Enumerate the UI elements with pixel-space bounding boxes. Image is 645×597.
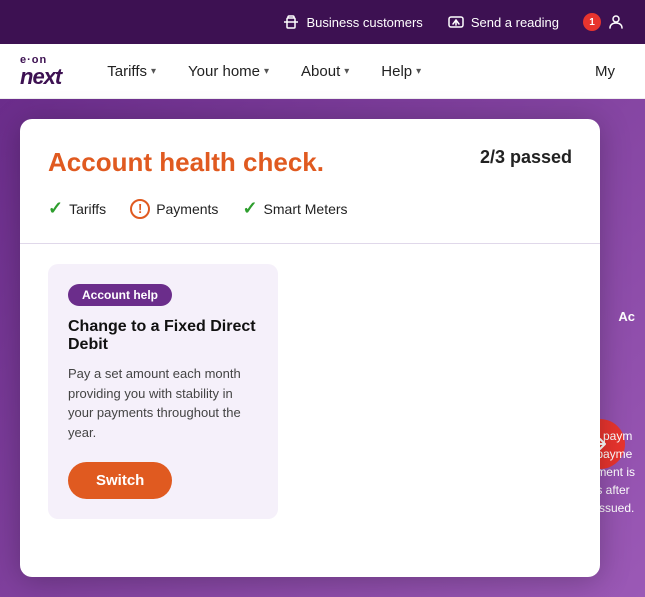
check-items: ✓ Tariffs ! Payments ✓ Smart Meters [48, 198, 572, 219]
smart-meters-check-label: Smart Meters [264, 201, 348, 217]
nav-your-home[interactable]: Your home ▾ [172, 44, 285, 99]
briefcase-icon [282, 13, 300, 31]
payments-check-label: Payments [156, 201, 218, 217]
nav-about[interactable]: About ▾ [285, 44, 365, 99]
health-card: Account help Change to a Fixed Direct De… [48, 264, 278, 519]
business-customers-label: Business customers [306, 15, 422, 30]
tariffs-check-icon: ✓ [48, 198, 63, 219]
help-chevron-icon: ▾ [416, 66, 421, 77]
top-bar: Business customers Send a reading 1 [0, 0, 645, 44]
card-tag: Account help [68, 284, 172, 306]
tariffs-chevron-icon: ▾ [151, 66, 156, 77]
notification-badge: 1 [583, 13, 601, 31]
nav-items: Tariffs ▾ Your home ▾ About ▾ Help ▾ [91, 44, 585, 99]
nav-bar: e·on next Tariffs ▾ Your home ▾ About ▾ … [0, 44, 645, 99]
tariffs-check-label: Tariffs [69, 201, 106, 217]
logo-next: next [20, 66, 61, 88]
modal-title: Account health check. [48, 147, 324, 178]
logo[interactable]: e·on next [20, 55, 61, 88]
your-home-label: Your home [188, 63, 260, 80]
tariffs-label: Tariffs [107, 63, 147, 80]
business-customers-link[interactable]: Business customers [282, 13, 422, 31]
check-payments: ! Payments [130, 198, 218, 219]
person-icon [607, 13, 625, 31]
modal-header: Account health check. 2/3 passed [48, 147, 572, 178]
card-title: Change to a Fixed Direct Debit [68, 318, 258, 354]
modal-passed: 2/3 passed [480, 147, 572, 168]
payments-warning-icon: ! [130, 199, 150, 219]
meter-icon [447, 13, 465, 31]
help-label: Help [381, 63, 412, 80]
check-smart-meters: ✓ Smart Meters [242, 198, 347, 219]
nav-tariffs[interactable]: Tariffs ▾ [91, 44, 172, 99]
card-description: Pay a set amount each month providing yo… [68, 364, 258, 442]
nav-help[interactable]: Help ▾ [365, 44, 437, 99]
nav-my[interactable]: My [585, 63, 625, 80]
my-label: My [595, 63, 615, 80]
send-reading-link[interactable]: Send a reading [447, 13, 559, 31]
about-label: About [301, 63, 340, 80]
modal-overlay: Account health check. 2/3 passed ✓ Tarif… [0, 99, 645, 597]
modal-divider [20, 243, 600, 244]
send-reading-label: Send a reading [471, 15, 559, 30]
about-chevron-icon: ▾ [344, 66, 349, 77]
check-tariffs: ✓ Tariffs [48, 198, 106, 219]
your-home-chevron-icon: ▾ [264, 66, 269, 77]
smart-meters-check-icon: ✓ [242, 198, 257, 219]
notification-link[interactable]: 1 [583, 13, 625, 31]
modal: Account health check. 2/3 passed ✓ Tarif… [20, 119, 600, 577]
switch-button[interactable]: Switch [68, 462, 172, 499]
